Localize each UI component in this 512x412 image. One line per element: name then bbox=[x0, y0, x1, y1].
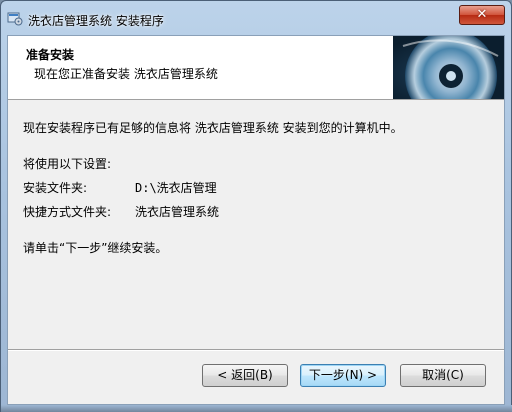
window-bottom-edge bbox=[1, 405, 512, 412]
wizard-header: 准备安装 现在您正准备安装 洗衣店管理系统 bbox=[8, 36, 504, 100]
shortcut-folder-value: 洗衣店管理系统 bbox=[135, 205, 220, 219]
close-button[interactable]: ✕ bbox=[459, 5, 505, 25]
window-title: 洗衣店管理系统 安装程序 bbox=[28, 14, 164, 28]
settings-heading: 将使用以下设置: bbox=[23, 157, 112, 171]
button-divider-highlight bbox=[8, 350, 504, 351]
installer-client-area: 准备安装 现在您正准备安装 洗衣店管理系统 现在安装程序已有足够的信息将 洗衣店… bbox=[7, 35, 505, 405]
install-folder-value: D:\洗衣店管理 bbox=[135, 181, 217, 195]
next-button[interactable]: 下一步(N) > bbox=[300, 364, 386, 387]
next-instruction: 请单击“下一步”继续安装。 bbox=[23, 241, 168, 255]
page-subtitle: 现在您正准备安装 洗衣店管理系统 bbox=[34, 67, 218, 81]
title-bar[interactable]: 洗衣店管理系统 安装程序 ✕ bbox=[1, 1, 511, 35]
page-title: 准备安装 bbox=[26, 48, 75, 62]
installer-app-icon bbox=[7, 10, 23, 26]
intro-text: 现在安装程序已有足够的信息将 洗衣店管理系统 安装到您的计算机中。 bbox=[23, 121, 403, 135]
close-icon: ✕ bbox=[476, 7, 488, 22]
cancel-button[interactable]: 取消(C) bbox=[400, 364, 486, 387]
install-folder-label: 安装文件夹: bbox=[23, 181, 88, 195]
installer-window: 洗衣店管理系统 安装程序 ✕ 准备安装 现在您正准备安装 洗衣店管理系统 现在安… bbox=[0, 0, 512, 412]
cd-disc-graphic bbox=[393, 36, 504, 99]
back-button[interactable]: < 返回(B) bbox=[202, 364, 288, 387]
shortcut-folder-label: 快捷方式文件夹: bbox=[23, 205, 112, 219]
